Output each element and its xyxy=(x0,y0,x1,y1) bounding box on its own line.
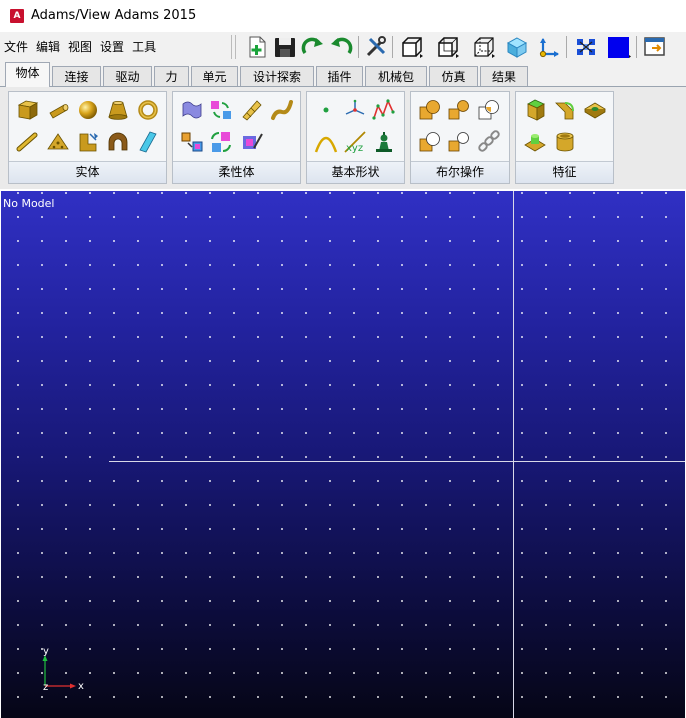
tab-design-exploration[interactable]: 设计探索 xyxy=(240,66,314,86)
flex-beam-icon[interactable] xyxy=(240,98,264,122)
fillet-icon[interactable] xyxy=(553,98,577,122)
chamfer-icon[interactable] xyxy=(523,98,547,122)
boss-icon[interactable] xyxy=(523,130,547,154)
group-construction: xyz 基本形状 xyxy=(306,91,405,184)
toolbar-separator xyxy=(566,36,567,58)
arc-icon[interactable] xyxy=(314,130,338,154)
menu-file[interactable]: 文件 xyxy=(4,38,28,55)
box-icon[interactable] xyxy=(16,98,40,122)
crosshair-horizontal xyxy=(109,461,685,462)
merge-icon[interactable] xyxy=(447,98,471,122)
window-icon[interactable] xyxy=(643,35,667,59)
triad-y-label: y xyxy=(43,646,49,657)
group-label-solids: 实体 xyxy=(9,161,166,183)
intersect-icon[interactable] xyxy=(477,98,501,122)
redo-icon[interactable] xyxy=(301,35,325,59)
title-bar: A Adams/View Adams 2015 xyxy=(0,0,686,32)
tab-elements[interactable]: 单元 xyxy=(191,66,238,86)
toolbar-separator xyxy=(392,36,393,58)
view-front-icon[interactable] xyxy=(400,35,424,59)
tab-forces[interactable]: 力 xyxy=(154,66,189,86)
torus-icon[interactable] xyxy=(136,98,160,122)
crosshair-vertical xyxy=(513,191,514,718)
group-features: 特征 xyxy=(515,91,614,184)
plane-icon[interactable] xyxy=(136,130,160,154)
mass-icon[interactable] xyxy=(372,130,396,154)
cylinder-icon[interactable] xyxy=(46,98,70,122)
marker-icon[interactable] xyxy=(343,98,367,122)
flex-convert-icon[interactable] xyxy=(209,98,233,122)
graphics-viewport[interactable]: No Model y x z xyxy=(1,191,685,718)
working-grid xyxy=(1,191,685,718)
flex-import-icon[interactable] xyxy=(180,130,204,154)
new-model-icon[interactable] xyxy=(245,35,269,59)
coordinate-system-icon[interactable] xyxy=(537,35,561,59)
polyline-icon[interactable] xyxy=(372,98,396,122)
hole-icon[interactable] xyxy=(583,98,607,122)
app-logo-icon: A xyxy=(10,9,24,23)
split-icon[interactable] xyxy=(447,130,471,154)
flex-material-icon[interactable] xyxy=(240,130,264,154)
union-icon[interactable] xyxy=(418,98,442,122)
chain-icon[interactable] xyxy=(477,130,501,154)
cut-icon[interactable] xyxy=(418,130,442,154)
group-flexible-bodies: 柔性体 xyxy=(172,91,301,184)
point-icon[interactable] xyxy=(314,98,338,122)
tab-motions[interactable]: 驱动 xyxy=(103,66,152,86)
tab-simulation[interactable]: 仿真 xyxy=(429,66,478,86)
toolbar-separator xyxy=(636,36,637,58)
select-group-icon[interactable] xyxy=(574,35,598,59)
revolution-icon[interactable] xyxy=(106,130,130,154)
group-booleans: 布尔操作 xyxy=(410,91,510,184)
flex-connector-icon[interactable] xyxy=(270,98,294,122)
render-shaded-icon[interactable] xyxy=(505,35,529,59)
spline-icon[interactable]: xyz xyxy=(343,130,367,154)
link-icon[interactable] xyxy=(16,130,40,154)
flex-swap-icon[interactable] xyxy=(209,130,233,154)
undo-icon[interactable] xyxy=(329,35,353,59)
toolbar-separator xyxy=(358,36,359,58)
triad-x-label: x xyxy=(78,681,84,692)
window-title: Adams/View Adams 2015 xyxy=(31,8,197,23)
model-name-label: No Model xyxy=(3,197,55,210)
menu-view[interactable]: 视图 xyxy=(68,38,92,55)
view-top-icon[interactable] xyxy=(436,35,460,59)
tab-plugins[interactable]: 插件 xyxy=(316,66,363,86)
group-label-construction: 基本形状 xyxy=(307,161,404,183)
group-label-features: 特征 xyxy=(516,161,613,183)
svg-text:xyz: xyz xyxy=(346,143,363,154)
group-label-flexible-bodies: 柔性体 xyxy=(173,161,300,183)
save-icon[interactable] xyxy=(273,35,297,59)
tools-icon[interactable] xyxy=(364,35,388,59)
axis-triad: y x z xyxy=(35,643,95,693)
frustum-icon[interactable] xyxy=(106,98,130,122)
group-label-booleans: 布尔操作 xyxy=(411,161,509,183)
menu-settings[interactable]: 设置 xyxy=(100,38,124,55)
color-icon[interactable] xyxy=(607,35,631,59)
tab-machinery[interactable]: 机械包 xyxy=(365,66,427,86)
group-solids: 实体 xyxy=(8,91,167,184)
toolbar-grip[interactable] xyxy=(231,35,236,59)
menu-bar: 文件 编辑 视图 设置 工具 xyxy=(4,38,164,55)
view-iso-icon[interactable] xyxy=(472,35,496,59)
shell-icon[interactable] xyxy=(553,130,577,154)
menu-edit[interactable]: 编辑 xyxy=(36,38,60,55)
menu-tools[interactable]: 工具 xyxy=(132,38,156,55)
tab-connectors[interactable]: 连接 xyxy=(52,66,101,86)
tab-results[interactable]: 结果 xyxy=(480,66,528,86)
triad-z-label: z xyxy=(43,682,48,693)
sphere-icon[interactable] xyxy=(76,98,100,122)
extrusion-icon[interactable] xyxy=(76,130,100,154)
flex-body-icon[interactable] xyxy=(180,98,204,122)
tab-body[interactable]: 物体 xyxy=(5,62,50,87)
plate-icon[interactable] xyxy=(46,130,70,154)
ribbon-panel: 实体 柔性体 xyz 基本形状 布尔操作 特征 xyxy=(0,87,686,189)
